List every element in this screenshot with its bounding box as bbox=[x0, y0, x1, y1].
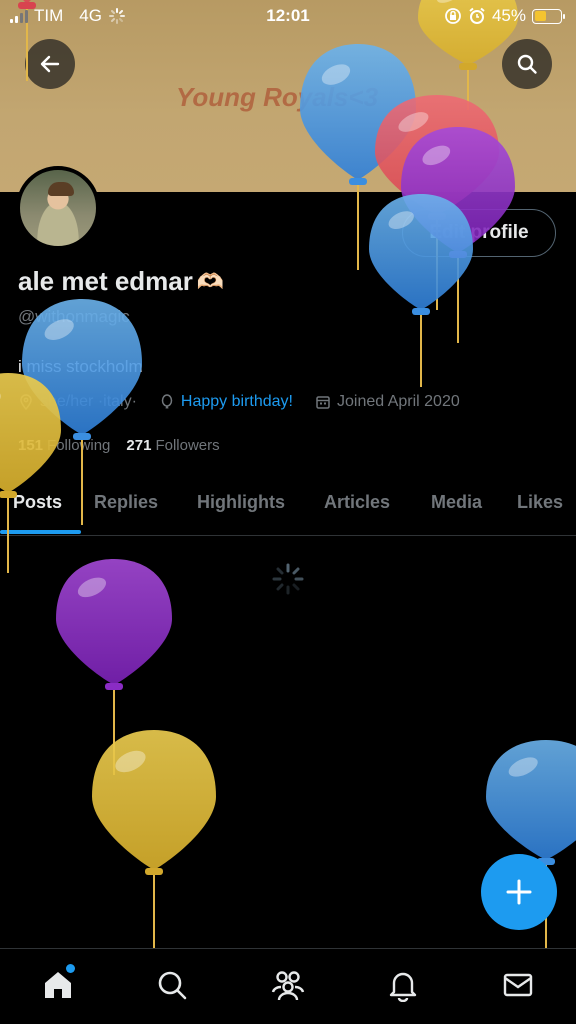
following-label: Following bbox=[47, 437, 111, 454]
status-right: 45% bbox=[444, 6, 565, 26]
tab-articles[interactable]: Articles bbox=[324, 492, 390, 513]
calendar-icon bbox=[316, 396, 330, 409]
nav-notifications[interactable] bbox=[385, 967, 421, 1003]
followers-link[interactable]: 271 Followers bbox=[126, 437, 219, 454]
active-tab-indicator bbox=[0, 530, 81, 534]
loading-spinner-icon bbox=[272, 563, 304, 595]
back-button[interactable] bbox=[25, 39, 75, 89]
home-notification-dot bbox=[66, 964, 75, 973]
edit-profile-button[interactable]: Edit profile bbox=[402, 209, 556, 257]
location-pin-icon bbox=[20, 394, 32, 410]
profile-tabs: Posts Replies Highlights Articles Media … bbox=[0, 476, 576, 536]
tab-highlights[interactable]: Highlights bbox=[197, 492, 285, 513]
search-icon bbox=[158, 971, 187, 1000]
search-button[interactable] bbox=[502, 39, 552, 89]
joined-item: Joined April 2020 bbox=[315, 393, 460, 411]
followers-count: 271 bbox=[126, 437, 152, 454]
followers-label: Followers bbox=[155, 437, 220, 454]
nav-communities[interactable] bbox=[270, 967, 306, 1003]
status-bar: TIM 4G 12:01 45% bbox=[0, 0, 576, 34]
compose-button[interactable] bbox=[481, 854, 557, 930]
bio: i miss stockholm bbox=[18, 357, 143, 376]
banner-text: Young Royals<3 bbox=[176, 82, 379, 112]
location-item: she/her ·italy· bbox=[18, 393, 137, 411]
avatar[interactable] bbox=[16, 166, 100, 250]
tab-likes[interactable]: Likes bbox=[517, 492, 563, 513]
battery-icon bbox=[532, 8, 565, 24]
following-count: 151 bbox=[18, 437, 44, 454]
display-name: ale met edmar 🫶🏻 bbox=[18, 266, 224, 297]
tab-replies[interactable]: Replies bbox=[94, 492, 158, 513]
bottom-nav bbox=[0, 948, 576, 1024]
balloon-yellow bbox=[92, 730, 216, 950]
lock-rotation-icon bbox=[445, 8, 461, 24]
location-text: she/her ·italy· bbox=[40, 393, 137, 410]
balloon-purple bbox=[56, 559, 172, 775]
user-handle: @withonmagic bbox=[18, 307, 130, 326]
birthday-link[interactable]: Happy birthday! bbox=[181, 393, 293, 411]
home-icon bbox=[45, 972, 71, 998]
nav-search[interactable] bbox=[154, 967, 190, 1003]
heart-hands-emoji: 🫶🏻 bbox=[196, 268, 225, 294]
alarm-icon bbox=[469, 7, 485, 24]
following-link[interactable]: 151 Following bbox=[18, 437, 110, 454]
website-item[interactable]: Happy birthday! bbox=[159, 393, 293, 411]
profile-meta: she/her ·italy· Happy birthday! Joined A… bbox=[18, 393, 460, 411]
communities-icon bbox=[271, 971, 305, 1001]
nav-messages[interactable] bbox=[500, 967, 536, 1003]
battery-percent: 45% bbox=[491, 6, 526, 25]
arrow-left-icon bbox=[40, 55, 60, 73]
balloon-icon bbox=[161, 394, 173, 409]
search-icon bbox=[517, 54, 537, 74]
tab-media[interactable]: Media bbox=[431, 492, 482, 513]
joined-text: Joined April 2020 bbox=[336, 393, 460, 410]
plus-icon bbox=[506, 879, 532, 905]
notifications-icon bbox=[389, 972, 417, 1002]
follow-stats: 151 Following 271 Followers bbox=[18, 437, 220, 454]
tab-posts[interactable]: Posts bbox=[13, 492, 62, 513]
messages-icon bbox=[503, 973, 533, 997]
display-name-text: ale met edmar bbox=[18, 266, 193, 296]
